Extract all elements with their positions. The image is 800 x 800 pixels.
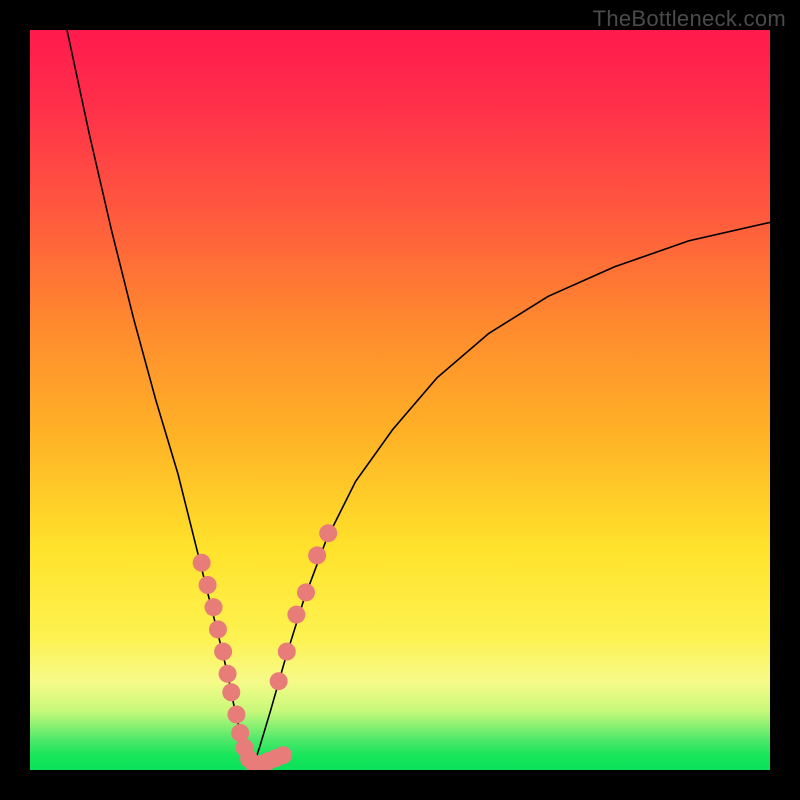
plot-area (30, 30, 770, 770)
data-dot (319, 524, 337, 542)
data-dot (308, 546, 326, 564)
data-dot (193, 554, 211, 572)
data-dot (297, 583, 315, 601)
data-dot (287, 606, 305, 624)
chart-svg (30, 30, 770, 770)
data-dot (227, 706, 245, 724)
data-dot (274, 746, 292, 764)
data-dot (219, 665, 237, 683)
data-dot (205, 598, 223, 616)
curve-right-curve (252, 222, 770, 770)
data-dot (270, 672, 288, 690)
data-dot (209, 620, 227, 638)
chart-container: TheBottleneck.com (0, 0, 800, 800)
data-dot (214, 643, 232, 661)
watermark-text: TheBottleneck.com (593, 6, 786, 32)
data-dot (199, 576, 217, 594)
data-dot (278, 643, 296, 661)
data-dot (222, 683, 240, 701)
